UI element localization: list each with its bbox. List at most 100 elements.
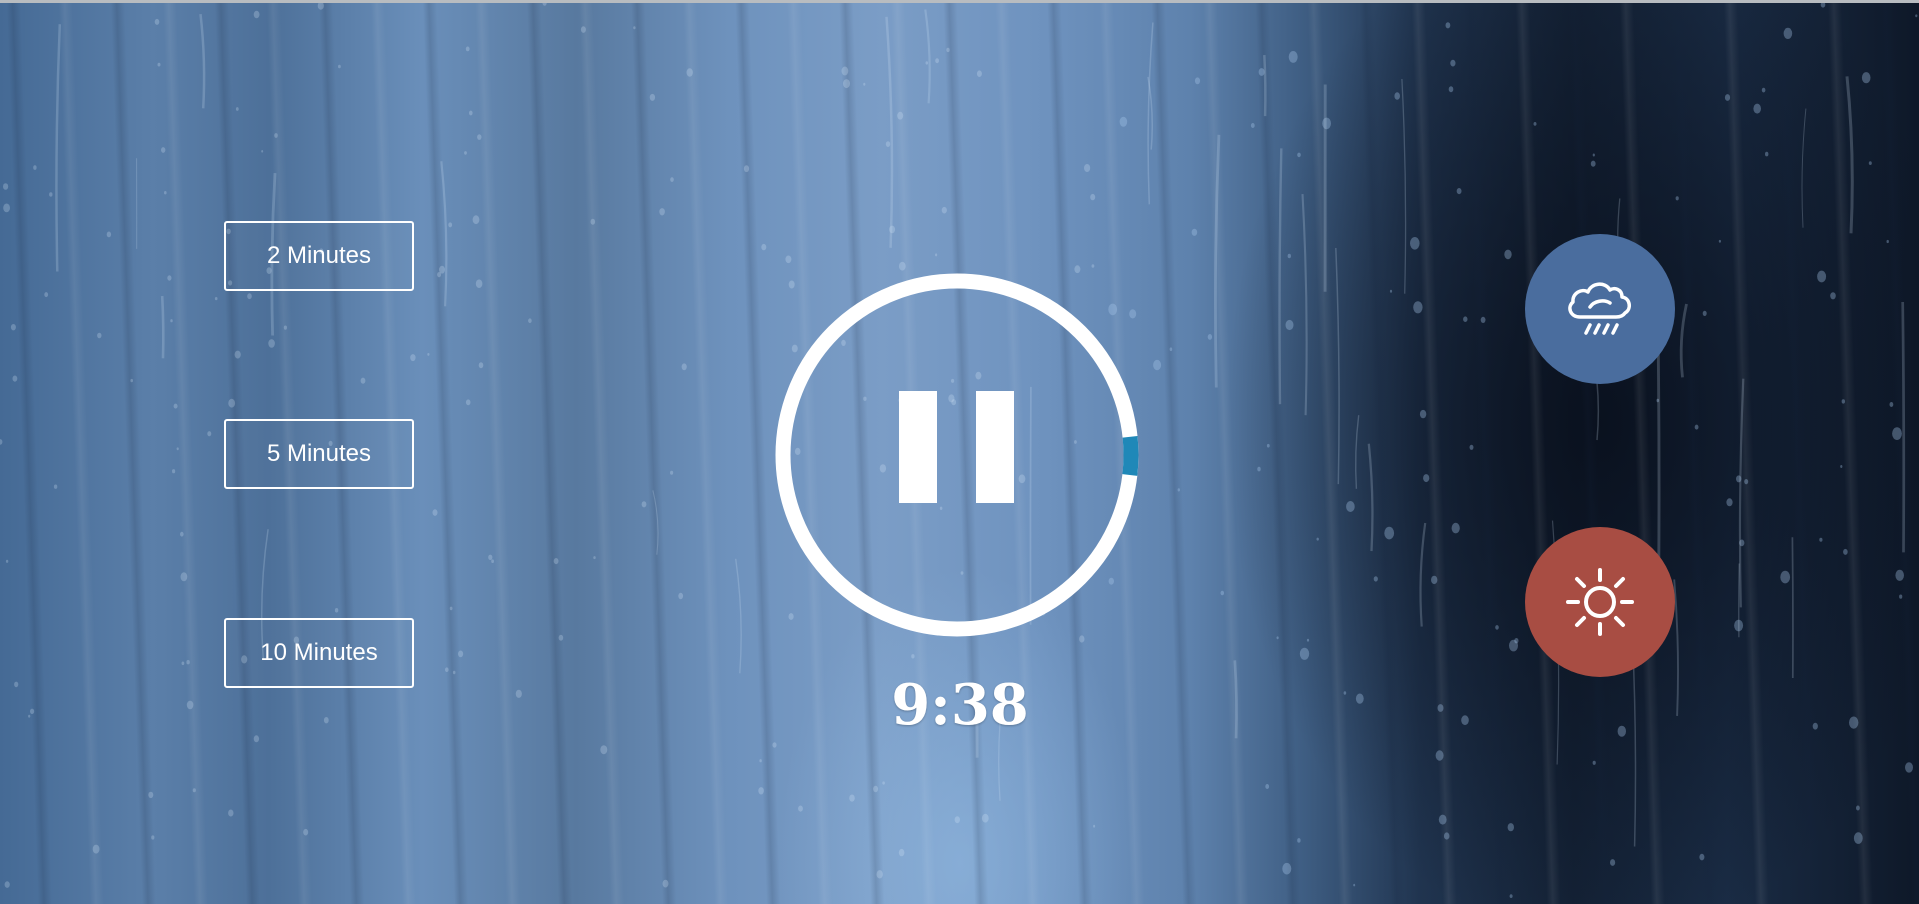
raindrop: [151, 835, 155, 840]
raindrop: [1451, 522, 1460, 534]
rain-trail: [652, 490, 659, 555]
raindrop: [33, 165, 37, 170]
rain-trail: [1213, 134, 1221, 388]
raindrop: [148, 791, 154, 799]
raindrop: [590, 218, 596, 225]
raindrop: [92, 844, 100, 854]
cloud-rain-icon: [1568, 282, 1631, 335]
raindrop: [758, 787, 764, 795]
raindrop: [1074, 265, 1081, 274]
raindrop: [1780, 570, 1791, 584]
pause-bar-left: [899, 391, 937, 503]
raindrop: [167, 275, 172, 281]
preset-2-minutes-button[interactable]: 2 Minutes: [224, 221, 414, 291]
raindrop: [1288, 51, 1298, 63]
rain-trail: [1367, 443, 1374, 552]
rain-trail: [924, 9, 931, 104]
raindrop: [1889, 402, 1894, 407]
player: [775, 273, 1139, 637]
raindrop: [1868, 161, 1872, 166]
preset-5-minutes-button[interactable]: 5 Minutes: [224, 419, 414, 489]
raindrop: [1899, 594, 1903, 599]
raindrop: [1297, 152, 1301, 158]
rain-trail: [1845, 76, 1854, 234]
rain-sound-button[interactable]: [1525, 234, 1675, 384]
raindrop: [445, 667, 449, 672]
raindrop: [448, 222, 453, 228]
raindrop: [935, 58, 939, 64]
raindrop: [1353, 883, 1356, 887]
raindrop: [1617, 725, 1627, 737]
raindrop: [1316, 537, 1319, 541]
pause-button[interactable]: [892, 391, 1022, 519]
raindrop: [1207, 334, 1213, 340]
raindrop: [1744, 479, 1749, 485]
raindrop: [1718, 239, 1721, 243]
raindrop: [1463, 316, 1468, 323]
raindrop: [843, 79, 850, 89]
raindrop: [334, 608, 339, 613]
raindrop: [164, 191, 167, 195]
raindrop: [1450, 59, 1456, 67]
raindrop: [515, 689, 522, 698]
raindrop: [772, 742, 777, 748]
rain-trail: [735, 558, 742, 674]
raindrop: [1373, 576, 1378, 582]
raindrop: [1287, 253, 1292, 259]
raindrop: [268, 339, 275, 348]
raindrop: [1445, 22, 1451, 29]
raindrop: [283, 325, 287, 330]
raindrop: [214, 297, 218, 301]
raindrop: [593, 556, 596, 560]
raindrop: [3, 183, 9, 190]
raindrop: [873, 785, 879, 793]
preset-10-minutes-button[interactable]: 10 Minutes: [224, 618, 414, 688]
raindrop: [558, 634, 564, 641]
raindrop: [1093, 824, 1096, 828]
raindrop: [1456, 188, 1462, 195]
raindrop: [49, 192, 53, 197]
raindrop: [633, 26, 636, 30]
raindrop: [323, 717, 329, 724]
raindrop: [670, 470, 674, 475]
rain-trail: [199, 13, 206, 109]
raindrop: [849, 794, 855, 802]
raindrop: [234, 350, 241, 359]
raindrop: [911, 654, 915, 659]
raindrop: [449, 606, 453, 611]
raindrop: [1592, 760, 1596, 765]
raindrop: [670, 177, 674, 183]
raindrop: [173, 403, 178, 409]
raindrop: [1702, 310, 1707, 316]
raindrop: [1830, 292, 1836, 300]
raindrop: [1448, 86, 1454, 93]
raindrop: [235, 107, 239, 111]
raindrop: [180, 531, 184, 537]
raindrop: [1191, 228, 1198, 236]
raindrop: [1266, 443, 1270, 448]
raindrop: [882, 781, 885, 785]
raindrop: [360, 377, 366, 384]
raindrop: [1299, 647, 1310, 660]
rain-trail: [1419, 522, 1427, 627]
raindrop: [176, 447, 179, 451]
rain-trail: [1679, 303, 1688, 378]
raindrop: [1861, 72, 1871, 84]
raindrop: [1384, 526, 1395, 540]
pause-bar-right: [976, 391, 1014, 503]
raindrop: [785, 255, 792, 264]
raindrop: [1610, 859, 1616, 866]
rain-trail: [55, 24, 62, 272]
raindrop: [1753, 103, 1761, 114]
rain-trail: [1401, 78, 1407, 294]
raindrop: [1783, 27, 1793, 39]
raindrop: [649, 93, 656, 101]
raindrop: [528, 318, 532, 324]
raindrop: [1423, 474, 1430, 483]
raindrop: [1431, 575, 1438, 585]
raindrop: [1437, 704, 1444, 712]
raindrop: [1507, 823, 1515, 832]
rain-trail: [1354, 415, 1360, 489]
raindrop: [488, 554, 493, 560]
sun-sound-button[interactable]: [1525, 527, 1675, 677]
